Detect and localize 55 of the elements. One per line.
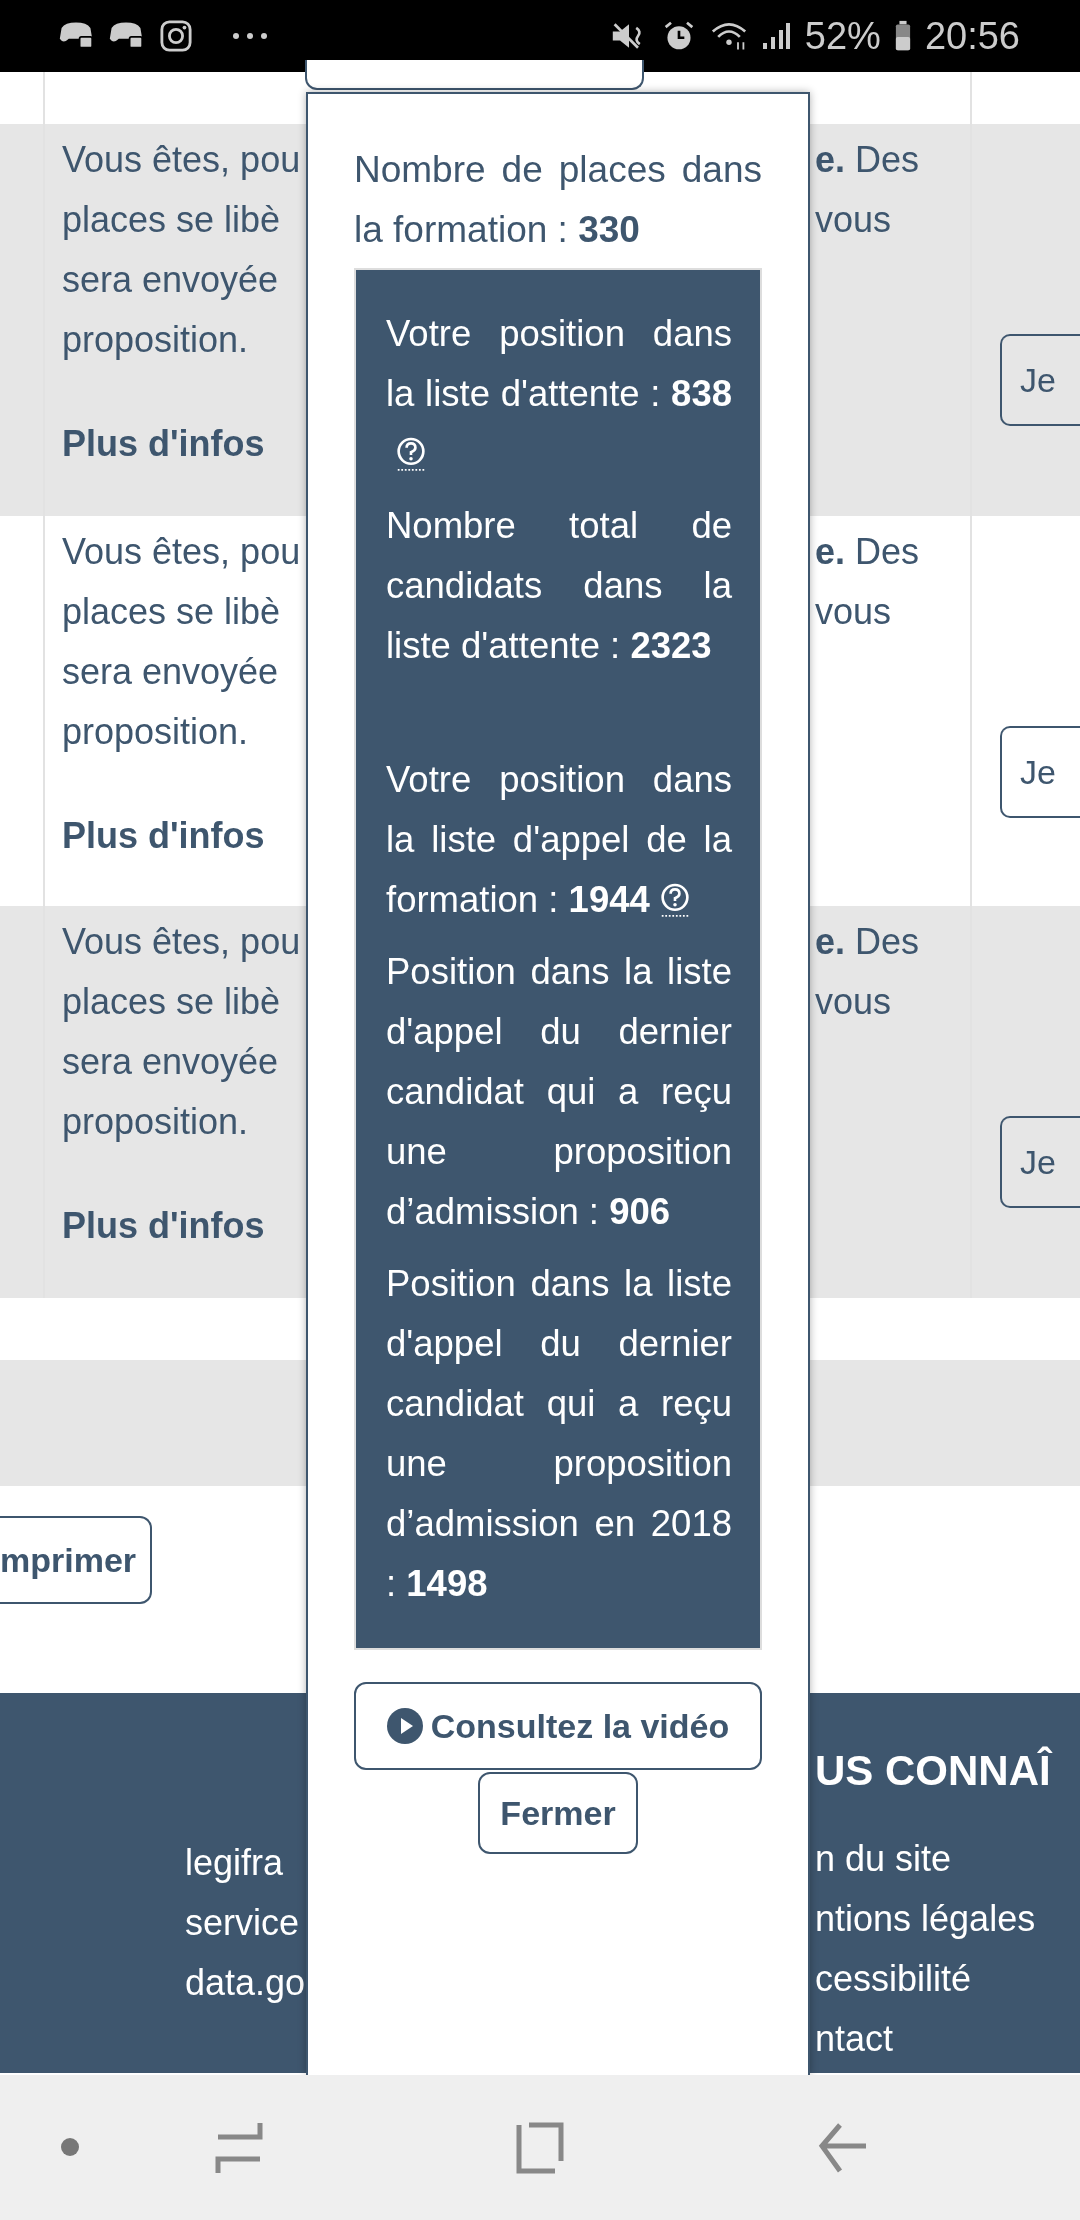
message-text: sera envoyée bbox=[62, 650, 279, 694]
recents-icon[interactable] bbox=[214, 2121, 264, 2175]
ranking-text: Position dans la liste d'appel du dernier candidat qui a reçu une proposition d’admission en 2018 : 1498 bbox=[386, 1262, 732, 1606]
footer-link[interactable]: ntact bbox=[815, 2009, 894, 2069]
clock: 20:56 bbox=[924, 14, 1020, 58]
message-text: proposition. bbox=[62, 318, 249, 362]
help-icon[interactable] bbox=[659, 882, 690, 918]
message-text: places se libè bbox=[62, 590, 281, 634]
back-icon[interactable] bbox=[818, 2121, 868, 2175]
message-text: places se libè bbox=[62, 980, 281, 1024]
message-text: e. Des bbox=[815, 920, 920, 964]
message-text: places se libè bbox=[62, 198, 281, 242]
battery-percentage: 52% bbox=[804, 14, 881, 58]
footer-link[interactable]: ntions légales bbox=[815, 1889, 1036, 1949]
play-icon bbox=[386, 1708, 423, 1744]
more-info-link[interactable]: Plus d'infos bbox=[62, 806, 265, 866]
dot-icon[interactable] bbox=[60, 2137, 80, 2157]
more-info-link[interactable]: Plus d'infos bbox=[62, 1196, 265, 1256]
battery-icon bbox=[894, 20, 911, 52]
response-button[interactable]: Je bbox=[1000, 334, 1080, 426]
message-text: Vous êtes, pou bbox=[62, 530, 301, 574]
message-text: proposition. bbox=[62, 710, 249, 754]
message-text: e. Des bbox=[815, 530, 920, 574]
more-icon bbox=[232, 32, 268, 40]
camera-icon bbox=[158, 20, 194, 52]
places-text: Nombre de places dans la formation : 330 bbox=[354, 148, 762, 252]
message-text: vous bbox=[815, 198, 892, 242]
video-button[interactable]: Consultez la vidéo bbox=[354, 1682, 762, 1770]
message-text: sera envoyée bbox=[62, 1040, 279, 1084]
response-button[interactable]: Je bbox=[1000, 726, 1080, 818]
footer-link[interactable]: service bbox=[185, 1893, 300, 1953]
footer-link[interactable]: n du site bbox=[815, 1829, 952, 1889]
ranking-text: Votre position dans la liste d'attente : 838 bbox=[386, 304, 732, 484]
footer-link[interactable]: data.go bbox=[185, 1953, 306, 2013]
footer-link[interactable]: legifra bbox=[185, 1833, 284, 1893]
home-icon[interactable] bbox=[515, 2121, 565, 2175]
wifi-icon bbox=[710, 20, 747, 52]
help-icon[interactable] bbox=[396, 436, 426, 472]
message-text: Vous êtes, pou bbox=[62, 920, 301, 964]
ranking-text: Nombre total de candidats dans la liste d'attente : 2323 bbox=[386, 504, 732, 668]
close-button[interactable]: Fermer bbox=[478, 1772, 638, 1854]
footer-link[interactable]: cessibilité bbox=[815, 1949, 972, 2009]
message-text: sera envoyée bbox=[62, 258, 279, 302]
print-button[interactable]: mprimer bbox=[0, 1516, 153, 1604]
ranking-text: Votre position dans la liste d'appel de la formation : 1944 bbox=[386, 758, 732, 922]
message-text: Vous êtes, pou bbox=[62, 138, 301, 182]
message-text: proposition. bbox=[62, 1100, 249, 1144]
more-info-link[interactable]: Plus d'infos bbox=[62, 414, 265, 474]
message-text: vous bbox=[815, 980, 892, 1024]
signal-icon bbox=[760, 21, 791, 51]
ranking-text: Position dans la liste d'appel du dernier candidat qui a reçu une proposition d’admission : 906 bbox=[386, 950, 732, 1234]
footer-heading: US CONNAÎ bbox=[815, 1745, 1051, 1796]
message-text: e. Des bbox=[815, 138, 920, 182]
message-text: vous bbox=[815, 590, 892, 634]
response-button[interactable]: Je bbox=[1000, 1116, 1080, 1208]
